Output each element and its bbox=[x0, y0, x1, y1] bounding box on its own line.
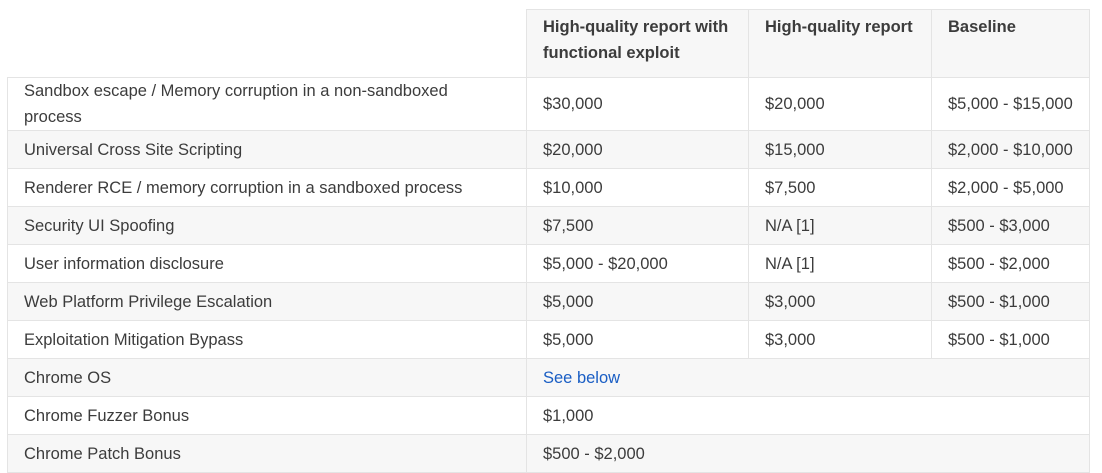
cell-high-quality: $15,000 bbox=[748, 130, 932, 169]
see-below-link[interactable]: See below bbox=[543, 369, 620, 387]
table-header-row: High-quality report with functional expl… bbox=[7, 9, 1090, 78]
spanned-cell: $1,000 bbox=[526, 396, 1090, 435]
row-category: Universal Cross Site Scripting bbox=[7, 130, 527, 169]
row-category: Web Platform Privilege Escalation bbox=[7, 282, 527, 321]
table-row: Chrome Patch Bonus $500 - $2,000 bbox=[7, 434, 1090, 473]
cell-baseline: $2,000 - $10,000 bbox=[931, 130, 1090, 169]
cell-high-quality: $3,000 bbox=[748, 320, 932, 359]
cell-high-quality: $7,500 bbox=[748, 168, 932, 207]
cell-high-quality: N/A [1] bbox=[748, 244, 932, 283]
cell-exploit: $5,000 - $20,000 bbox=[526, 244, 749, 283]
table-row: Sandbox escape / Memory corruption in a … bbox=[7, 77, 1090, 131]
table-row: Universal Cross Site Scripting $20,000 $… bbox=[7, 130, 1090, 169]
header-functional-exploit: High-quality report with functional expl… bbox=[526, 9, 749, 78]
cell-baseline: $500 - $1,000 bbox=[931, 282, 1090, 321]
table-row: Chrome OS See below bbox=[7, 358, 1090, 397]
table-row: Web Platform Privilege Escalation $5,000… bbox=[7, 282, 1090, 321]
cell-exploit: $5,000 bbox=[526, 320, 749, 359]
cell-high-quality: $3,000 bbox=[748, 282, 932, 321]
row-category: Chrome Patch Bonus bbox=[7, 434, 527, 473]
table-row: Exploitation Mitigation Bypass $5,000 $3… bbox=[7, 320, 1090, 359]
spanned-cell: See below bbox=[526, 358, 1090, 397]
row-category: Chrome OS bbox=[7, 358, 527, 397]
cell-high-quality: N/A [1] bbox=[748, 206, 932, 245]
cell-baseline: $5,000 - $15,000 bbox=[931, 77, 1090, 131]
cell-baseline: $2,000 - $5,000 bbox=[931, 168, 1090, 207]
table-row: Security UI Spoofing $7,500 N/A [1] $500… bbox=[7, 206, 1090, 245]
row-category: Security UI Spoofing bbox=[7, 206, 527, 245]
cell-exploit: $5,000 bbox=[526, 282, 749, 321]
row-category: User information disclosure bbox=[7, 244, 527, 283]
cell-exploit: $10,000 bbox=[526, 168, 749, 207]
rewards-table: High-quality report with functional expl… bbox=[7, 9, 1090, 473]
table-row: Chrome Fuzzer Bonus $1,000 bbox=[7, 396, 1090, 435]
cell-exploit: $7,500 bbox=[526, 206, 749, 245]
row-category: Renderer RCE / memory corruption in a sa… bbox=[7, 168, 527, 207]
row-category: Chrome Fuzzer Bonus bbox=[7, 396, 527, 435]
header-high-quality-report: High-quality report bbox=[748, 9, 932, 78]
table-row: Renderer RCE / memory corruption in a sa… bbox=[7, 168, 1090, 207]
row-category: Sandbox escape / Memory corruption in a … bbox=[7, 77, 527, 131]
cell-baseline: $500 - $1,000 bbox=[931, 320, 1090, 359]
cell-baseline: $500 - $3,000 bbox=[931, 206, 1090, 245]
cell-high-quality: $20,000 bbox=[748, 77, 932, 131]
cell-exploit: $30,000 bbox=[526, 77, 749, 131]
row-category: Exploitation Mitigation Bypass bbox=[7, 320, 527, 359]
header-baseline: Baseline bbox=[931, 9, 1090, 78]
spanned-cell: $500 - $2,000 bbox=[526, 434, 1090, 473]
header-empty-cell bbox=[7, 9, 527, 78]
table-row: User information disclosure $5,000 - $20… bbox=[7, 244, 1090, 283]
cell-baseline: $500 - $2,000 bbox=[931, 244, 1090, 283]
cell-exploit: $20,000 bbox=[526, 130, 749, 169]
